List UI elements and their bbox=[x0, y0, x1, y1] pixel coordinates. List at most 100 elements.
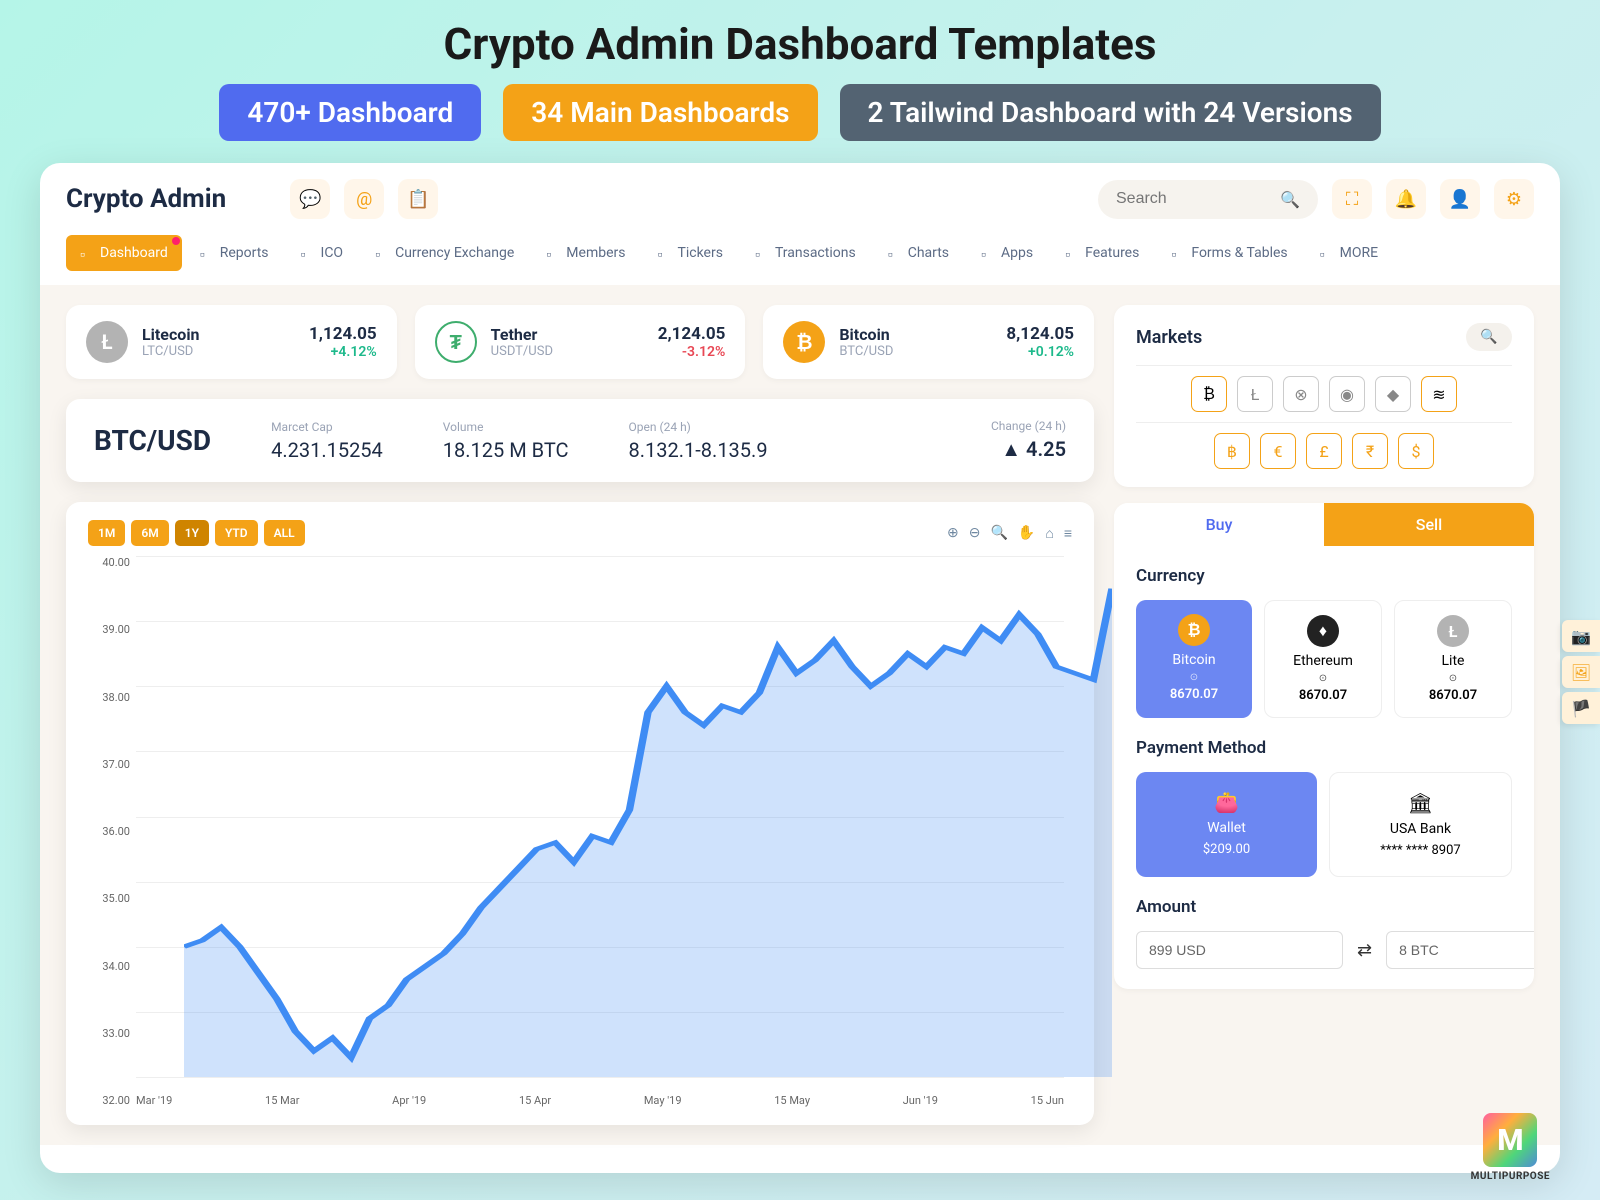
nav-tab-forms-&-tables[interactable]: ▫Forms & Tables bbox=[1157, 235, 1301, 271]
currency-icon: ₿ bbox=[1178, 614, 1210, 646]
search-box[interactable]: 🔍 bbox=[1098, 180, 1318, 219]
ticker-card[interactable]: ₮ TetherUSDT/USD 2,124.05-3.12% bbox=[415, 305, 746, 379]
market-coin-chip[interactable]: ⊗ bbox=[1283, 376, 1319, 412]
side-flag-icon[interactable]: 🏴 bbox=[1562, 692, 1600, 724]
nav-tab-transactions[interactable]: ▫Transactions bbox=[741, 235, 870, 271]
payment-icon: 👛 bbox=[1154, 790, 1299, 814]
market-coin-chip[interactable]: ≋ bbox=[1421, 376, 1457, 412]
volume-stat: Volume 18.125 M BTC bbox=[443, 420, 569, 462]
brand: Crypto Admin bbox=[66, 184, 226, 214]
nav-tab-features[interactable]: ▫Features bbox=[1051, 235, 1153, 271]
user-icon[interactable]: 👤 bbox=[1440, 179, 1480, 219]
currency-lite[interactable]: ŁLite⊙8670.07 bbox=[1394, 600, 1512, 718]
ticker-card[interactable]: Ł LitecoinLTC/USD 1,124.05+4.12% bbox=[66, 305, 397, 379]
marketcap-stat: Marcet Cap 4.231.15254 bbox=[271, 420, 383, 462]
clipboard-icon[interactable]: 📋 bbox=[398, 179, 438, 219]
range-all[interactable]: ALL bbox=[264, 520, 305, 546]
promo-badge: 470+ Dashboard bbox=[219, 84, 481, 141]
chart-area: 40.0039.0038.0037.0036.0035.0034.0033.00… bbox=[88, 556, 1072, 1107]
chart-card: 1M6M 1YYTDALL ⊕ ⊖ 🔍 ✋ ⌂ ≡ 40.0039.0038.00… bbox=[66, 502, 1094, 1125]
main-stats: BTC/USD Marcet Cap 4.231.15254 Volume 18… bbox=[66, 399, 1094, 482]
coin-icon: ₿ bbox=[783, 321, 825, 363]
nav-tab-tickers[interactable]: ▫Tickers bbox=[643, 235, 736, 271]
coin-icon: Ł bbox=[86, 321, 128, 363]
market-fiat-chip[interactable]: € bbox=[1260, 433, 1296, 469]
market-coin-chip[interactable]: ◆ bbox=[1375, 376, 1411, 412]
currency-bitcoin[interactable]: ₿Bitcoin⊙8670.07 bbox=[1136, 600, 1252, 718]
dashboard-window: Crypto Admin 💬 @ 📋 🔍 ⛶ 🔔 👤 ⚙ ▫Dashboard▫… bbox=[40, 163, 1560, 1173]
market-fiat-chip[interactable]: £ bbox=[1306, 433, 1342, 469]
promo-badges: 470+ Dashboard34 Main Dashboards2 Tailwi… bbox=[0, 84, 1600, 141]
open-stat: Open (24 h) 8.132.1-8.135.9 bbox=[629, 420, 768, 462]
currency-title: Currency bbox=[1136, 566, 1512, 586]
range-6m[interactable]: 6M bbox=[131, 520, 168, 546]
market-coin-chip[interactable]: ◉ bbox=[1329, 376, 1365, 412]
footer-logo: M MULTIPURPOSE bbox=[1471, 1113, 1550, 1182]
range-ytd[interactable]: YTD bbox=[215, 520, 258, 546]
market-coin-chip[interactable]: Ł bbox=[1237, 376, 1273, 412]
nav-icon: ▫ bbox=[888, 246, 902, 260]
nav-tabs: ▫Dashboard▫Reports▫ICO▫Currency Exchange… bbox=[40, 235, 1560, 285]
markets-coins-row: ₿ Ł ⊗ ◉ ◆ ≋ bbox=[1136, 376, 1512, 412]
payment-title: Payment Method bbox=[1136, 738, 1512, 758]
ticker-card[interactable]: ₿ BitcoinBTC/USD 8,124.05+0.12% bbox=[763, 305, 1094, 379]
side-camera-icon[interactable]: 📷 bbox=[1562, 620, 1600, 652]
market-fiat-chip[interactable]: $ bbox=[1398, 433, 1434, 469]
chart-zoom-icon[interactable]: 🔍 bbox=[990, 525, 1007, 542]
chart-pan-icon[interactable]: ✋ bbox=[1018, 525, 1035, 542]
amount-from-input[interactable] bbox=[1136, 931, 1343, 969]
nav-tab-apps[interactable]: ▫Apps bbox=[967, 235, 1047, 271]
nav-tab-currency-exchange[interactable]: ▫Currency Exchange bbox=[361, 235, 528, 271]
markets-title: Markets bbox=[1136, 327, 1202, 348]
nav-tab-more[interactable]: ▫MORE bbox=[1306, 235, 1392, 271]
markets-search-icon[interactable]: 🔍 bbox=[1466, 323, 1512, 351]
nav-tab-members[interactable]: ▫Members bbox=[532, 235, 639, 271]
nav-tab-dashboard[interactable]: ▫Dashboard bbox=[66, 235, 182, 271]
topbar: Crypto Admin 💬 @ 📋 🔍 ⛶ 🔔 👤 ⚙ bbox=[40, 163, 1560, 235]
chat-icon[interactable]: 💬 bbox=[290, 179, 330, 219]
nav-icon: ▫ bbox=[546, 246, 560, 260]
nav-tab-ico[interactable]: ▫ICO bbox=[287, 235, 358, 271]
nav-icon: ▫ bbox=[301, 246, 315, 260]
gear-icon[interactable]: ⚙ bbox=[1494, 179, 1534, 219]
nav-icon: ▫ bbox=[80, 246, 94, 260]
side-image-icon[interactable]: 🖼 bbox=[1562, 656, 1600, 688]
nav-tab-charts[interactable]: ▫Charts bbox=[874, 235, 963, 271]
amount-to-input[interactable] bbox=[1386, 931, 1534, 969]
search-input[interactable] bbox=[1116, 190, 1268, 208]
range-buttons: 1M6M 1YYTDALL bbox=[88, 520, 305, 546]
chart-plus-icon[interactable]: ⊕ bbox=[947, 525, 959, 542]
chart-minus-icon[interactable]: ⊖ bbox=[969, 525, 981, 542]
swap-icon[interactable]: ⇄ bbox=[1357, 940, 1372, 961]
nav-icon: ▫ bbox=[1065, 246, 1079, 260]
side-widgets: 📷 🖼 🏴 bbox=[1562, 620, 1600, 724]
coin-icon: ₮ bbox=[435, 321, 477, 363]
promo-badge: 2 Tailwind Dashboard with 24 Versions bbox=[840, 84, 1381, 141]
at-icon[interactable]: @ bbox=[344, 179, 384, 219]
chart-toolbar: ⊕ ⊖ 🔍 ✋ ⌂ ≡ bbox=[947, 525, 1072, 542]
nav-icon: ▫ bbox=[1171, 246, 1185, 260]
market-fiat-chip[interactable]: ₹ bbox=[1352, 433, 1388, 469]
sell-tab[interactable]: Sell bbox=[1324, 503, 1534, 546]
chart-home-icon[interactable]: ⌂ bbox=[1045, 525, 1053, 542]
search-icon[interactable]: 🔍 bbox=[1280, 190, 1300, 209]
currency-ethereum[interactable]: ♦Ethereum⊙8670.07 bbox=[1264, 600, 1382, 718]
range-1m[interactable]: 1M bbox=[88, 520, 125, 546]
market-coin-chip[interactable]: ₿ bbox=[1191, 376, 1227, 412]
bell-icon[interactable]: 🔔 bbox=[1386, 179, 1426, 219]
fullscreen-icon[interactable]: ⛶ bbox=[1332, 179, 1372, 219]
markets-fiat-row: ฿ € £ ₹ $ bbox=[1136, 433, 1512, 469]
nav-tab-reports[interactable]: ▫Reports bbox=[186, 235, 283, 271]
market-fiat-chip[interactable]: ฿ bbox=[1214, 433, 1250, 469]
nav-icon: ▫ bbox=[657, 246, 671, 260]
nav-icon: ▫ bbox=[981, 246, 995, 260]
payment-usa-bank[interactable]: 🏛USA Bank**** **** 8907 bbox=[1329, 772, 1512, 877]
ticker-row: Ł LitecoinLTC/USD 1,124.05+4.12%₮ Tether… bbox=[66, 305, 1094, 379]
buy-tab[interactable]: Buy bbox=[1114, 503, 1324, 546]
promo-title: Crypto Admin Dashboard Templates bbox=[0, 0, 1600, 84]
chart-menu-icon[interactable]: ≡ bbox=[1064, 525, 1072, 542]
range-1y[interactable]: 1Y bbox=[175, 520, 209, 546]
payment-icon: 🏛 bbox=[1348, 791, 1493, 815]
payment-wallet[interactable]: 👛Wallet$209.00 bbox=[1136, 772, 1317, 877]
nav-icon: ▫ bbox=[1320, 246, 1334, 260]
